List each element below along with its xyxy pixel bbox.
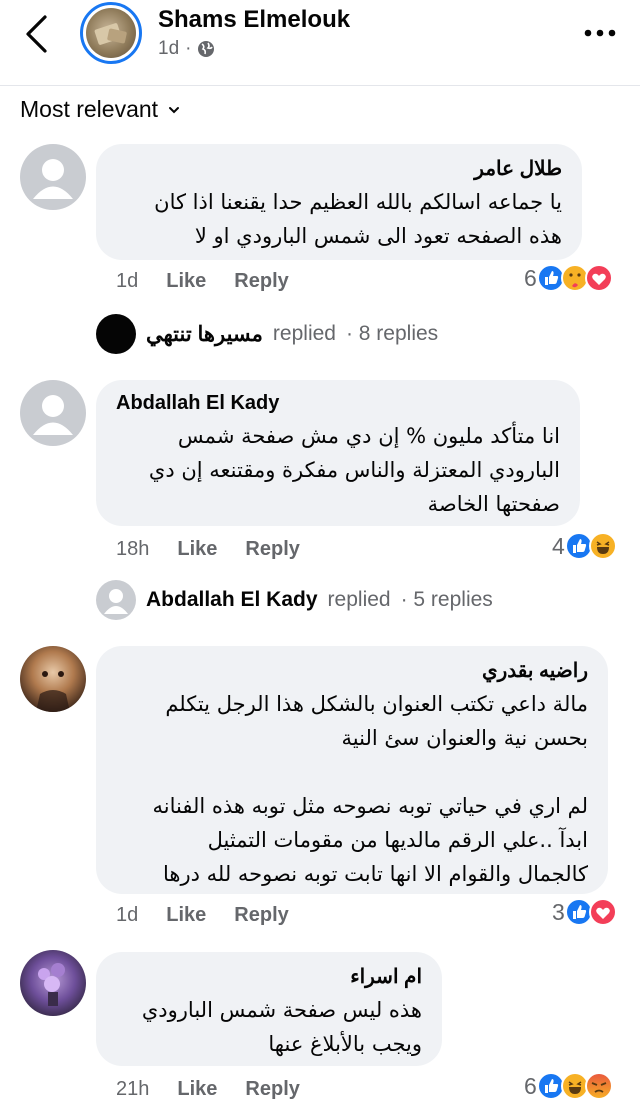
- reply-author: مسيرها تنتهي: [146, 322, 263, 346]
- avatar[interactable]: [20, 144, 86, 210]
- reply-button[interactable]: Reply: [245, 1078, 299, 1101]
- avatar-image: [38, 963, 65, 1006]
- comment-time[interactable]: 18h: [116, 538, 149, 561]
- comment-item: Abdallah El Kady انا متأكد مليون % إن دي…: [0, 376, 640, 626]
- comment-actions: 1d Like Reply: [116, 904, 289, 927]
- comment-bubble[interactable]: طلال عامر يا جماعه اسالكم بالله العظيم ح…: [96, 144, 582, 260]
- comment-author[interactable]: طلال عامر: [116, 156, 562, 181]
- like-button[interactable]: Like: [166, 904, 206, 927]
- avatar[interactable]: [20, 380, 86, 446]
- angry-reaction-icon: [584, 1072, 613, 1100]
- comment-actions: 18h Like Reply: [116, 538, 300, 561]
- replied-label: replied: [272, 322, 336, 345]
- comment-time[interactable]: 1d: [116, 270, 138, 293]
- avatar-image: [36, 671, 70, 712]
- love-reaction-icon: [584, 264, 613, 292]
- globe-icon: [198, 41, 215, 57]
- comment-actions: 1d Like Reply: [116, 270, 289, 293]
- page-avatar-image: [86, 8, 136, 58]
- back-button[interactable]: [14, 12, 58, 56]
- like-button[interactable]: Like: [166, 270, 206, 293]
- comment-author[interactable]: ام اسراء: [116, 964, 422, 989]
- reaction-count: 3: [552, 898, 565, 925]
- reaction-summary[interactable]: 4: [552, 532, 617, 560]
- comment-item: ام اسراء هذه ليس صفحة شمس البارودي ويجب …: [0, 946, 640, 1111]
- meta-separator: ·: [185, 38, 192, 59]
- reply-count: · 5 replies: [400, 588, 493, 611]
- comment-bubble[interactable]: راضيه بقدري مالة داعي تكتب العنوان بالشك…: [96, 646, 608, 894]
- reaction-summary[interactable]: 6: [524, 1072, 613, 1100]
- post-time[interactable]: 1d: [158, 38, 179, 60]
- more-horizontal-icon: [584, 29, 616, 37]
- reaction-summary[interactable]: 3: [552, 898, 617, 926]
- avatar[interactable]: [20, 950, 86, 1016]
- comment-bubble[interactable]: ام اسراء هذه ليس صفحة شمس البارودي ويجب …: [96, 952, 442, 1066]
- love-reaction-icon: [588, 898, 617, 926]
- comment-author[interactable]: Abdallah El Kady: [116, 392, 560, 415]
- like-button[interactable]: Like: [177, 1078, 217, 1101]
- comment-text: انا متأكد مليون % إن دي مش صفحة شمس البا…: [148, 424, 560, 516]
- page-name[interactable]: Shams Elmelouk: [158, 6, 350, 34]
- post-meta: 1d ·: [158, 38, 215, 60]
- page-avatar[interactable]: [80, 2, 142, 64]
- chevron-left-icon: [26, 15, 47, 53]
- chevron-down-icon: [169, 106, 180, 113]
- view-replies-link[interactable]: Abdallah El Kady replied · 5 replies: [96, 580, 493, 620]
- reply-button[interactable]: Reply: [234, 904, 288, 927]
- comment-time[interactable]: 1d: [116, 904, 138, 927]
- reaction-count: 6: [524, 264, 537, 291]
- comment-sort-dropdown[interactable]: Most relevant: [20, 96, 180, 123]
- comment-text: يا جماعه اسالكم بالله العظيم حدا يقنعنا …: [154, 190, 562, 248]
- default-avatar-icon: [33, 395, 73, 435]
- reaction-count: 6: [524, 1072, 537, 1099]
- reply-author: Abdallah El Kady: [146, 588, 318, 611]
- reply-button[interactable]: Reply: [234, 270, 288, 293]
- view-replies-link[interactable]: مسيرها تنتهي replied · 8 replies: [96, 314, 438, 354]
- comment-item: طلال عامر يا جماعه اسالكم بالله العظيم ح…: [0, 140, 640, 370]
- comment-text: هذه ليس صفحة شمس البارودي ويجب بالأبلاغ …: [141, 998, 422, 1056]
- reaction-summary[interactable]: 6: [524, 264, 613, 292]
- comment-text: مالة داعي تكتب العنوان بالشكل هذا الرجل …: [152, 692, 589, 886]
- post-header: Shams Elmelouk 1d ·: [0, 0, 640, 86]
- reply-avatar: [96, 314, 136, 354]
- comment-actions: 21h Like Reply: [116, 1078, 300, 1101]
- replied-label: replied: [327, 588, 391, 611]
- reply-avatar: [96, 580, 136, 620]
- comment-time[interactable]: 21h: [116, 1078, 149, 1101]
- haha-reaction-icon: [588, 532, 617, 560]
- reply-count: · 8 replies: [345, 322, 439, 345]
- default-avatar-icon: [33, 159, 73, 199]
- comment-item: راضيه بقدري مالة داعي تكتب العنوان بالشك…: [0, 642, 640, 932]
- sort-label: Most relevant: [20, 96, 159, 122]
- avatar[interactable]: [20, 646, 86, 712]
- comment-author[interactable]: راضيه بقدري: [116, 658, 588, 683]
- reaction-count: 4: [552, 532, 565, 559]
- comment-bubble[interactable]: Abdallah El Kady انا متأكد مليون % إن دي…: [96, 380, 580, 526]
- like-button[interactable]: Like: [177, 538, 217, 561]
- more-options-button[interactable]: [580, 16, 620, 50]
- reply-button[interactable]: Reply: [245, 538, 299, 561]
